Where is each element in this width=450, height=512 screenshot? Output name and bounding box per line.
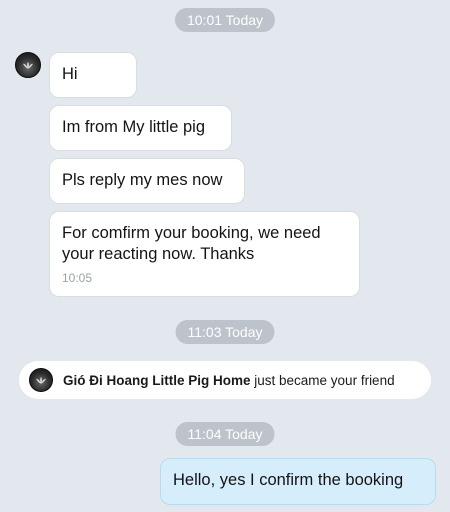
chat-thread: 10:01 Today Hi Im from My little pig Pls…	[0, 0, 450, 512]
message-time: 10:05	[62, 271, 93, 285]
friend-name[interactable]: Gió Đi Hoang Little Pig Home	[63, 373, 251, 388]
message-text-line: your reacting now. Thanks	[62, 245, 255, 263]
lotus-logo-icon	[36, 376, 46, 384]
message-bubble[interactable]: For comfirm your booking, we need your r…	[49, 211, 360, 297]
lotus-logo-icon	[23, 61, 33, 69]
sender-avatar[interactable]	[15, 52, 41, 78]
outgoing-message-bubble[interactable]: Hello, yes I confirm the booking	[160, 458, 436, 505]
message-text: Hi	[62, 65, 78, 83]
timestamp-pill: 11:04 Today	[175, 422, 275, 446]
message-bubble[interactable]: Hi	[49, 52, 137, 98]
friend-notice-action: just became your friend	[250, 372, 395, 388]
message-text-line: For comfirm your booking, we need	[62, 224, 321, 242]
message-bubble[interactable]: Im from My little pig	[49, 105, 232, 151]
message-text: Hello, yes I confirm the booking	[173, 471, 404, 489]
friend-added-notice: Gió Đi Hoang Little Pig Home just became…	[19, 361, 431, 399]
message-bubble[interactable]: Pls reply my mes now	[49, 158, 245, 204]
timestamp-pill: 10:01 Today	[174, 8, 276, 32]
friend-avatar[interactable]	[29, 368, 53, 392]
message-text: Im from My little pig	[62, 118, 206, 136]
timestamp-pill: 11:03 Today	[175, 320, 275, 344]
message-text: Pls reply my mes now	[62, 171, 223, 189]
